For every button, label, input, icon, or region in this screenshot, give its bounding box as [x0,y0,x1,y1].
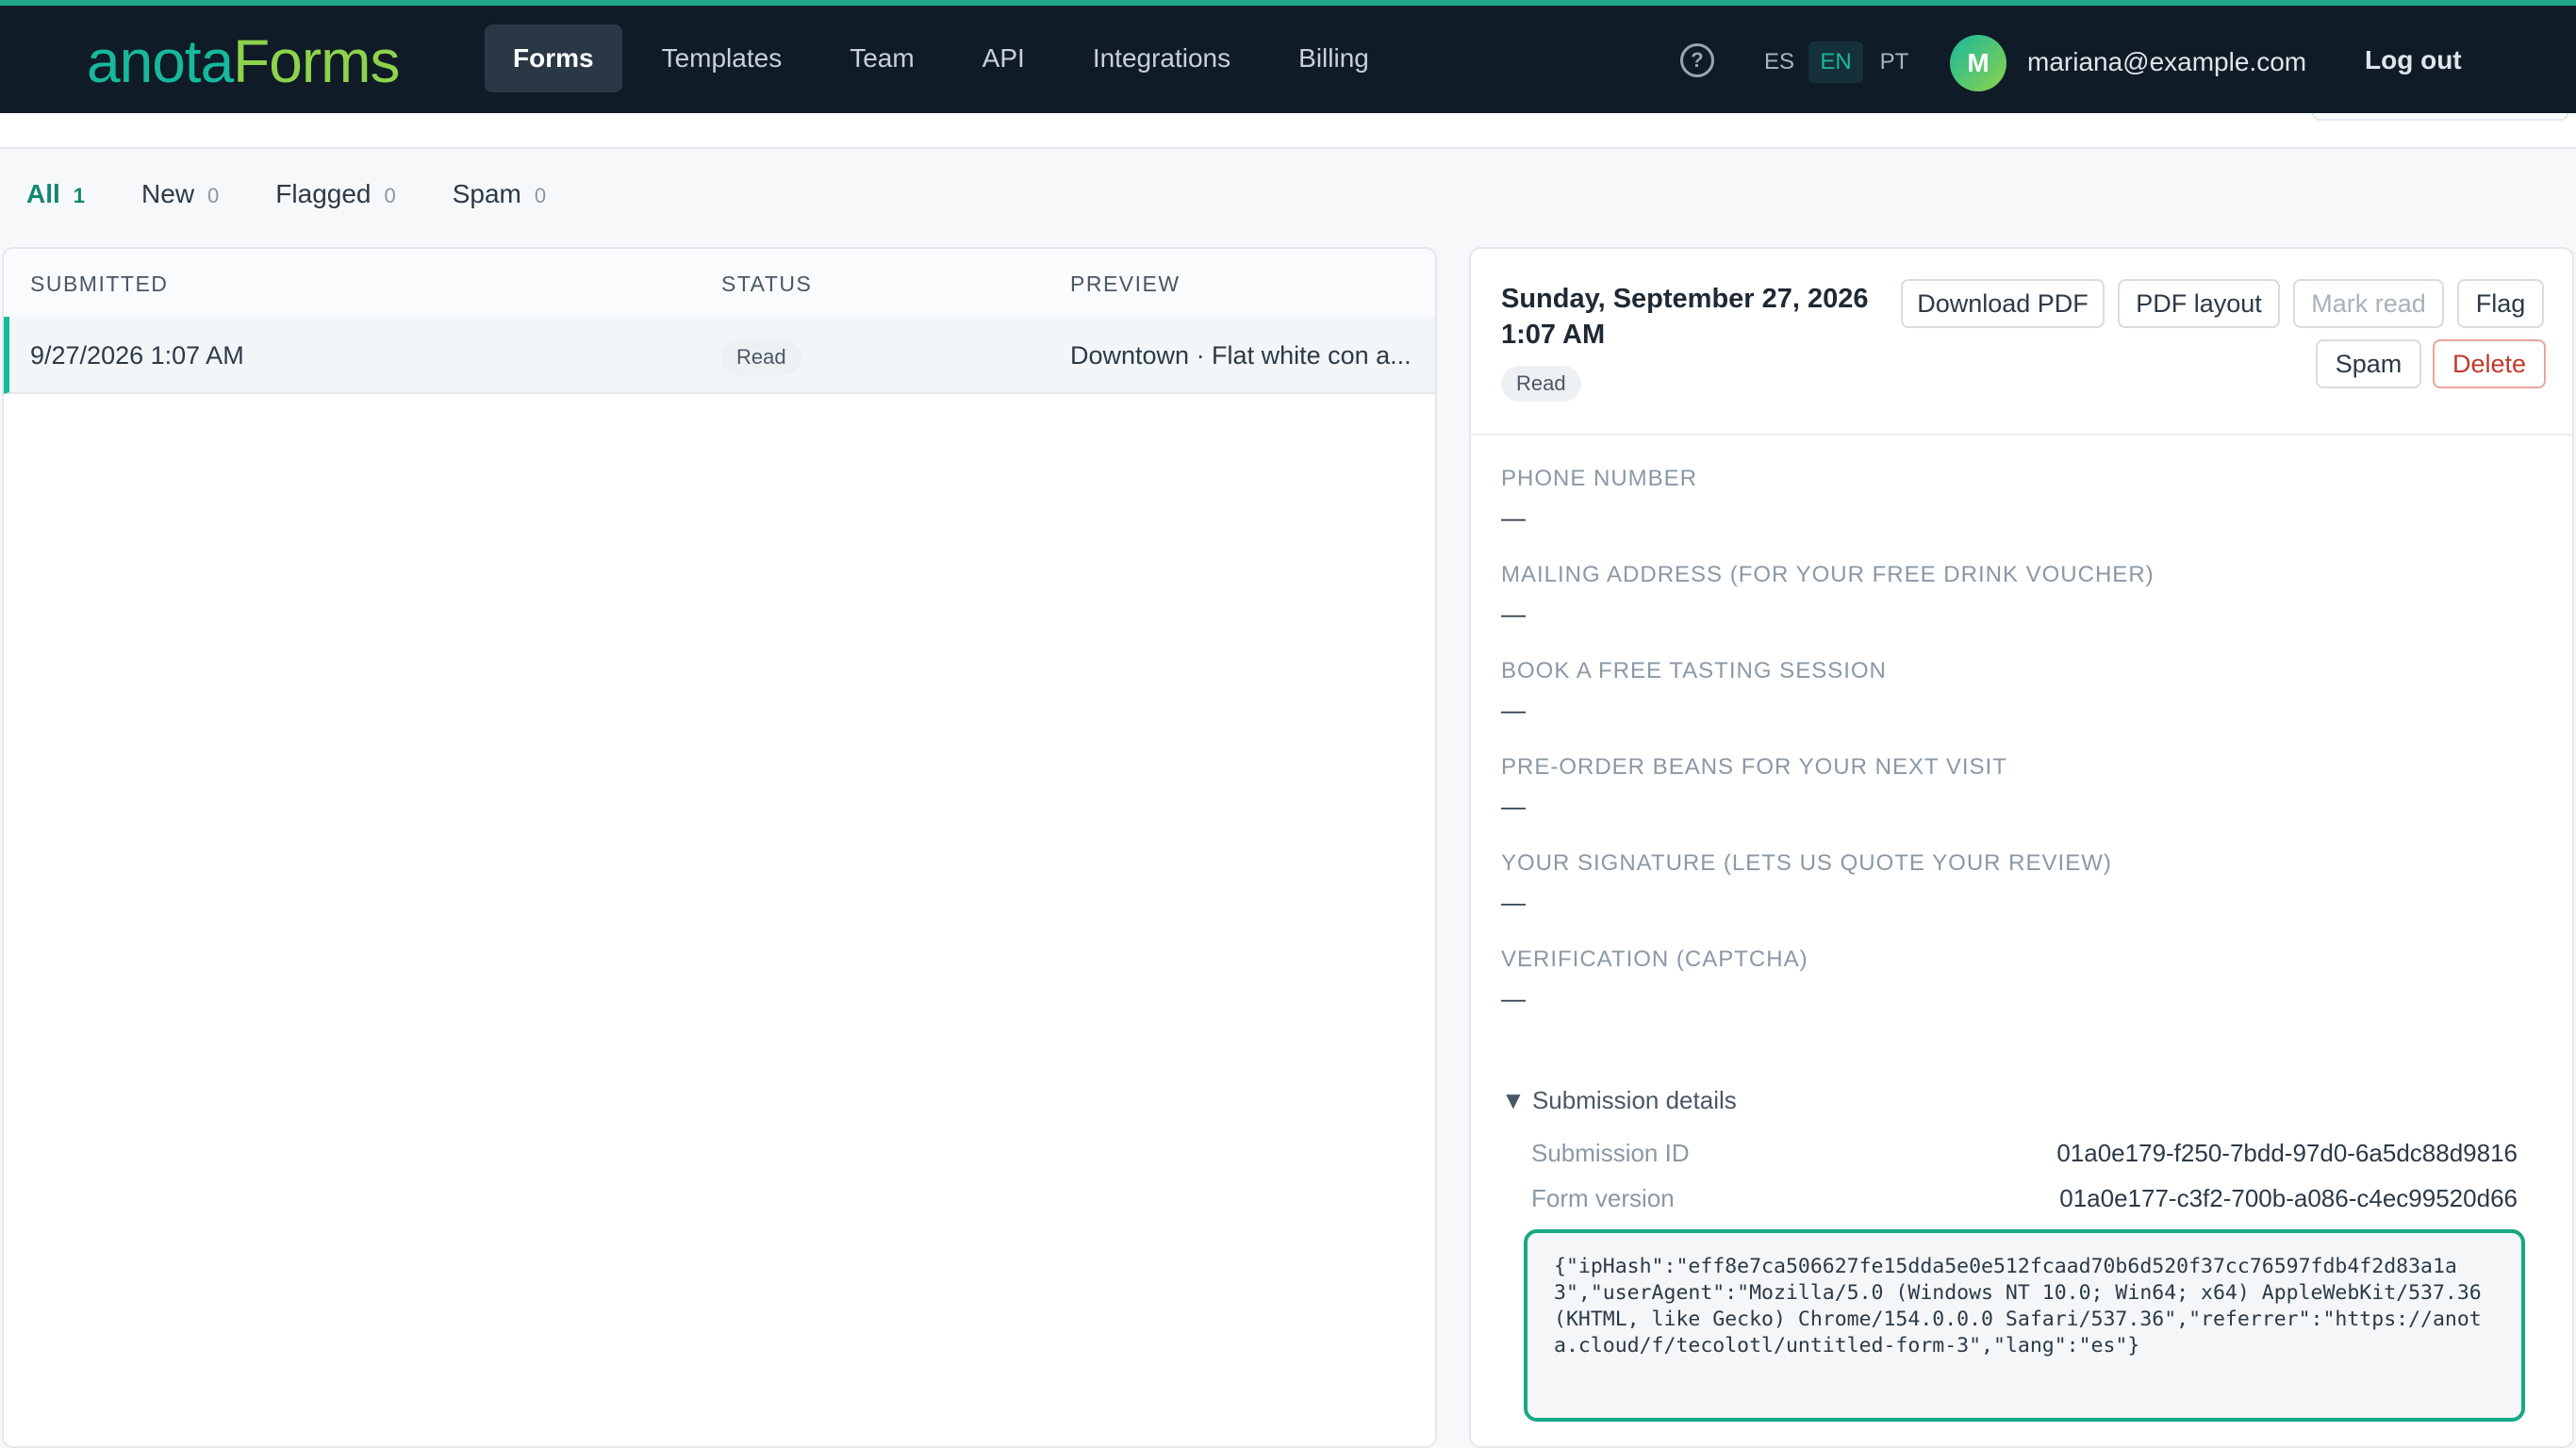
form-version-value: 01a0e177-c3f2-700b-a086-c4ec99520d66 [2059,1184,2518,1212]
column-preview[interactable]: PREVIEW [1070,272,1181,297]
filter-all[interactable]: All 1 [26,179,85,209]
field-value-signature: — [1501,888,1526,916]
submission-id-label: Submission ID [1531,1139,1690,1167]
flag-button[interactable]: Flag [2457,279,2544,328]
delete-button[interactable]: Delete [2433,339,2546,388]
table-row[interactable]: 9/27/2026 1:07 AM Read Downtown · Flat w… [4,317,1435,394]
avatar[interactable]: M [1950,35,2006,91]
field-value-mailing-address: — [1501,600,1526,628]
field-value-pre-order: — [1501,792,1526,820]
logo-part-forms: Forms [233,27,400,95]
row-submitted: 9/27/2026 1:07 AM [30,341,244,370]
field-label-captcha: VERIFICATION (CAPTCHA) [1501,946,1808,972]
submission-details-label: Submission details [1531,1086,1737,1114]
column-status[interactable]: STATUS [721,272,812,297]
lang-en[interactable]: EN [1808,41,1863,83]
filter-count: 0 [207,184,220,207]
status-badge: Read [1501,366,1581,402]
submission-details-toggle[interactable]: ▼ Submission details [1501,1086,1737,1115]
mark-read-button[interactable]: Mark read [2293,279,2444,328]
submissions-list: SUBMITTED STATUS PREVIEW 9/27/2026 1:07 … [2,247,1437,1448]
main-nav: Forms Templates Team API Integrations Bi… [485,25,1397,92]
submission-date-line1: Sunday, September 27, 2026 [1501,284,1869,314]
download-pdf-button[interactable]: Download PDF [1901,279,2105,328]
filter-new[interactable]: New 0 [141,179,219,209]
field-label-mailing-address: MAILING ADDRESS (FOR YOUR FREE DRINK VOU… [1501,562,2155,587]
submission-date-line2: 1:07 AM [1501,320,1606,350]
filter-count: 1 [73,184,86,207]
top-navbar: anotaForms Forms Templates Team API Inte… [0,0,2576,113]
status-badge: Read [721,339,801,375]
field-value-phone: — [1501,503,1526,532]
row-status: Read [721,339,801,375]
field-label-pre-order: PRE-ORDER BEANS FOR YOUR NEXT VISIT [1501,754,2007,780]
filter-count: 0 [534,184,547,207]
app-logo[interactable]: anotaForms [87,26,400,96]
nav-team[interactable]: Team [821,25,942,92]
nav-billing[interactable]: Billing [1270,25,1397,92]
submission-date: Sunday, September 27, 2026 1:07 AM [1501,281,1897,353]
nav-forms[interactable]: Forms [485,25,622,92]
filter-flagged[interactable]: Flagged 0 [275,179,395,209]
filter-count: 0 [384,184,396,207]
triangle-down-icon: ▼ [1501,1086,1526,1114]
lang-es[interactable]: ES [1756,41,1803,83]
nav-api[interactable]: API [954,25,1053,92]
lang-pt[interactable]: PT [1871,41,1918,83]
filter-label: All [26,179,60,208]
logout-button[interactable]: Log out [2365,45,2462,75]
row-preview: Downtown · Flat white con a... [1070,341,1412,370]
filter-label: Spam [452,179,521,208]
submission-meta-json[interactable]: {"ipHash":"eff8e7ca506627fe15dda5e0e512f… [1524,1229,2525,1422]
pdf-layout-button[interactable]: PDF layout [2118,279,2280,328]
page-header-strip [0,113,2576,149]
submission-filters: All 1 New 0 Flagged 0 Spam 0 [26,179,546,209]
help-icon[interactable]: ? [1680,43,1714,77]
form-version-label: Form version [1531,1184,1675,1212]
submission-detail: Sunday, September 27, 2026 1:07 AM Read … [1469,247,2574,1448]
header-control-edge [2312,113,2568,121]
field-value-tasting-session: — [1501,696,1526,724]
nav-templates[interactable]: Templates [634,25,811,92]
divider [1471,434,2572,436]
filter-label: New [141,179,195,208]
table-header: SUBMITTED STATUS PREVIEW [4,249,1435,319]
filter-spam[interactable]: Spam 0 [453,179,546,209]
nav-integrations[interactable]: Integrations [1065,25,1259,92]
field-label-phone: PHONE NUMBER [1501,466,1698,491]
submission-id-value: 01a0e179-f250-7bdd-97d0-6a5dc88d9816 [2056,1139,2518,1167]
field-value-captcha: — [1501,984,1526,1012]
logo-part-anota: anota [87,27,234,95]
field-label-tasting-session: BOOK A FREE TASTING SESSION [1501,658,1887,683]
column-submitted[interactable]: SUBMITTED [30,272,168,297]
spam-button[interactable]: Spam [2316,339,2421,388]
filter-label: Flagged [275,179,372,208]
detail-status: Read [1501,366,1581,402]
user-email: mariana@example.com [2027,47,2307,76]
field-label-signature: YOUR SIGNATURE (LETS US QUOTE YOUR REVIE… [1501,850,2112,876]
